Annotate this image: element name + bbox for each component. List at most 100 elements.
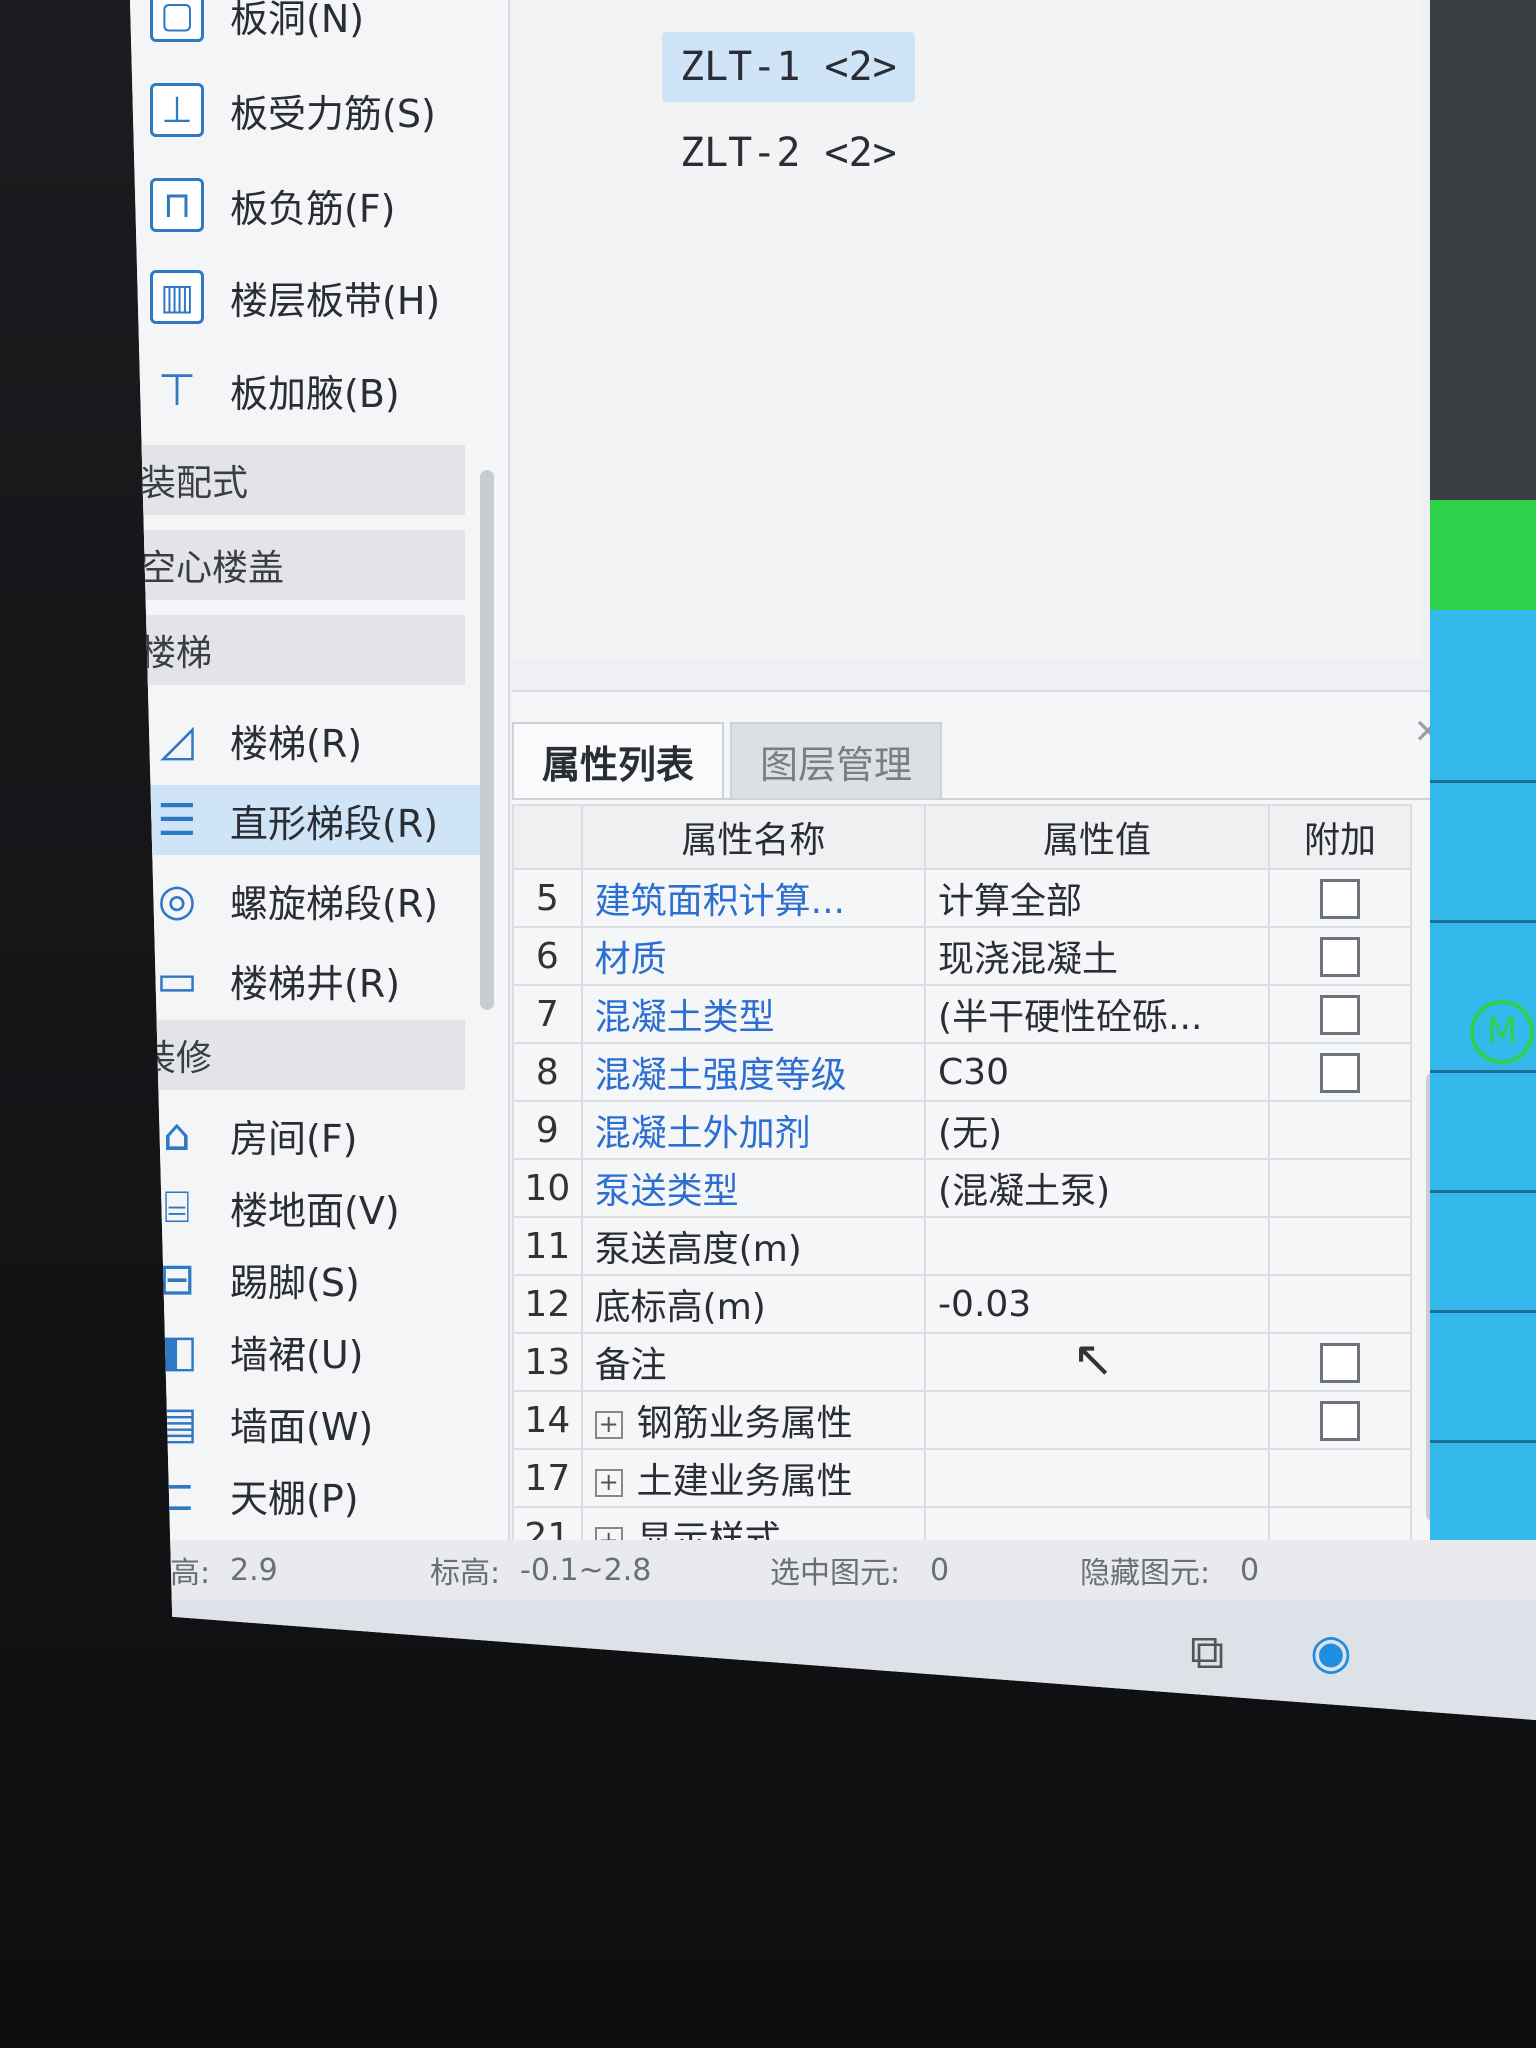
property-extra — [1267, 868, 1413, 928]
table-row[interactable]: 5 建筑面积计算... 计算全部 — [512, 868, 1413, 928]
col-header-extra: 附加 — [1267, 804, 1413, 870]
floor-height-label: 层高: — [140, 1556, 211, 1591]
table-row[interactable]: 9 混凝土外加剂 (无) — [512, 1100, 1413, 1160]
component-list-panel: ZLT-1 <2> ZLT-2 <2> — [512, 0, 1422, 660]
property-value[interactable]: 计算全部 — [924, 868, 1270, 928]
nav-item-wall-surface[interactable]: ▤ 墙面(W) — [150, 1388, 480, 1458]
nav-item-straight-flight[interactable]: ☰ 直形梯段(R) — [150, 785, 480, 855]
row-number: 12 — [512, 1274, 583, 1334]
nav-item-room[interactable]: ⌂ 房间(F) — [150, 1100, 480, 1170]
table-row[interactable]: 10 泵送类型 (混凝土泵) — [512, 1158, 1413, 1218]
row-number: 6 — [512, 926, 583, 986]
row-number: 8 — [512, 1042, 583, 1102]
component-item-zlt-1[interactable]: ZLT-1 <2> — [662, 32, 915, 102]
nav-item-ceiling[interactable]: ⊏ 天棚(P) — [150, 1460, 480, 1530]
property-value[interactable]: (半干硬性砼砾... — [924, 984, 1270, 1044]
property-value[interactable]: (无) — [924, 1100, 1270, 1160]
property-name: + 钢筋业务属性 — [580, 1390, 927, 1450]
extra-checkbox[interactable] — [1319, 879, 1360, 919]
row-number: 17 — [512, 1448, 583, 1508]
nav-item-skirting[interactable]: ⊟ 踢脚(S) — [150, 1244, 480, 1314]
table-row[interactable]: 8 混凝土强度等级 C30 — [512, 1042, 1413, 1102]
nav-item-label: 板受力筋(S) — [230, 91, 436, 136]
extra-checkbox[interactable] — [1319, 1343, 1360, 1383]
windows-taskbar: ⌕ 搜索 ⧉ ◉ — [130, 1600, 1536, 1720]
nav-item-slab-hole[interactable]: ▢ 板洞(N) — [150, 0, 480, 50]
nav-item-floor-strip[interactable]: ▥ 楼层板带(H) — [150, 262, 480, 332]
table-row[interactable]: 12 底标高(m) -0.03 — [512, 1274, 1413, 1334]
extra-checkbox[interactable] — [1319, 1053, 1360, 1093]
property-name-label: 混凝土类型 — [594, 997, 775, 1038]
property-value[interactable]: (混凝土泵) — [924, 1158, 1270, 1218]
row-number: 7 — [512, 984, 583, 1044]
property-value[interactable]: C30 — [924, 1042, 1270, 1102]
viewport-line — [1430, 1070, 1536, 1073]
nav-item-spiral-flight[interactable]: ◎ 螺旋梯段(R) — [150, 865, 480, 935]
nav-item-wainscot[interactable]: ◧ 墙裙(U) — [150, 1316, 480, 1386]
nav-item-stair[interactable]: ◿ 楼梯(R) — [150, 705, 480, 775]
property-table: 属性名称 属性值 附加 5 建筑面积计算... 计算全部 6 材质 现浇混凝土 7 混凝土类型… — [512, 804, 1413, 1566]
edge-browser-icon[interactable]: ◉ — [1310, 1624, 1352, 1680]
search-icon[interactable]: ⌕ — [320, 1630, 342, 1676]
property-value[interactable]: -0.03 — [924, 1274, 1270, 1334]
taskbar-search-box[interactable]: 搜索 — [380, 1630, 456, 1685]
nav-item-slab-negative-rebar[interactable]: ⊓ 板负筋(F) — [150, 170, 480, 240]
property-name-label: 土建业务属性 — [636, 1461, 853, 1502]
property-name: 底标高(m) — [580, 1274, 927, 1334]
property-extra — [1267, 1332, 1413, 1392]
floor-surface-icon: ⌸ — [163, 1181, 191, 1233]
room-icon: ⌂ — [163, 1109, 191, 1161]
nav-scrollbar[interactable] — [480, 470, 494, 1010]
nav-item-floor-surface[interactable]: ⌸ 楼地面(V) — [150, 1172, 480, 1242]
nav-group-decor[interactable]: 装修 — [130, 1020, 465, 1090]
table-row[interactable]: 14 + 钢筋业务属性 — [512, 1390, 1413, 1450]
col-header-value: 属性值 — [924, 804, 1270, 870]
extra-checkbox[interactable] — [1319, 1401, 1360, 1441]
nav-group-prefab[interactable]: 装配式 — [130, 445, 465, 515]
viewport-line — [1430, 1190, 1536, 1193]
property-name: 混凝土外加剂 — [580, 1100, 927, 1160]
task-view-icon[interactable]: ⧉ — [1190, 1624, 1224, 1681]
property-name-label: 建筑面积计算... — [594, 881, 846, 922]
nav-item-label: 天棚(P) — [230, 1476, 359, 1521]
nav-group-label: 装配式 — [140, 463, 249, 504]
windows-start-icon[interactable] — [170, 1628, 222, 1680]
nav-item-label: 板加腋(B) — [230, 371, 400, 416]
table-row[interactable]: 6 材质 现浇混凝土 — [512, 926, 1413, 986]
property-name-label: 材质 — [594, 939, 667, 980]
nav-group-hollow[interactable]: 空心楼盖 — [130, 530, 465, 600]
extra-checkbox[interactable] — [1319, 937, 1360, 977]
expand-icon[interactable]: + — [594, 1411, 623, 1439]
viewport-cyan-block — [1430, 610, 1536, 1570]
table-row[interactable]: 11 泵送高度(m) — [512, 1216, 1413, 1276]
component-item-zlt-2[interactable]: ZLT-2 <2> — [662, 118, 915, 188]
elevation-value: -0.1~2.8 — [520, 1552, 652, 1588]
tab-property-list[interactable]: 属性列表 — [512, 722, 725, 798]
straight-flight-icon: ☰ — [157, 794, 197, 846]
property-value[interactable]: 现浇混凝土 — [924, 926, 1270, 986]
property-extra — [1267, 926, 1413, 986]
nav-group-stairs[interactable]: 楼梯 — [130, 615, 465, 685]
nav-item-label: 楼层板带(H) — [230, 278, 441, 323]
nav-item-slab-rebar[interactable]: ⊥ 板受力筋(S) — [150, 75, 480, 145]
viewport-m-badge[interactable]: M — [1470, 1000, 1534, 1064]
expand-icon[interactable]: + — [594, 1469, 623, 1497]
viewport-line — [1430, 1440, 1536, 1443]
tab-layer-management[interactable]: 图层管理 — [730, 722, 943, 798]
screen-wrap: ▢ 板洞(N) ⊥ 板受力筋(S) ⊓ 板负筋(F) ▥ 楼层板带(H) ⊤ 板… — [0, 0, 1536, 2048]
nav-item-stairwell[interactable]: ▭ 楼梯井(R) — [150, 945, 480, 1015]
table-row[interactable]: 17 + 土建业务属性 — [512, 1448, 1413, 1508]
3d-viewport[interactable]: M — [1430, 0, 1536, 1620]
property-value[interactable] — [924, 1448, 1270, 1508]
table-row[interactable]: 13 备注 — [512, 1332, 1413, 1392]
property-value[interactable] — [924, 1216, 1270, 1276]
property-value[interactable] — [924, 1390, 1270, 1450]
property-extra — [1267, 1100, 1413, 1160]
extra-checkbox[interactable] — [1319, 995, 1360, 1035]
nav-item-label: 板负筋(F) — [230, 186, 396, 231]
slab-hole-icon: ▢ — [150, 0, 204, 42]
table-row[interactable]: 7 混凝土类型 (半干硬性砼砾... — [512, 984, 1413, 1044]
nav-item-label: 楼地面(V) — [230, 1188, 400, 1233]
viewport-line — [1430, 920, 1536, 923]
nav-item-slab-haunch[interactable]: ⊤ 板加腋(B) — [150, 355, 480, 425]
